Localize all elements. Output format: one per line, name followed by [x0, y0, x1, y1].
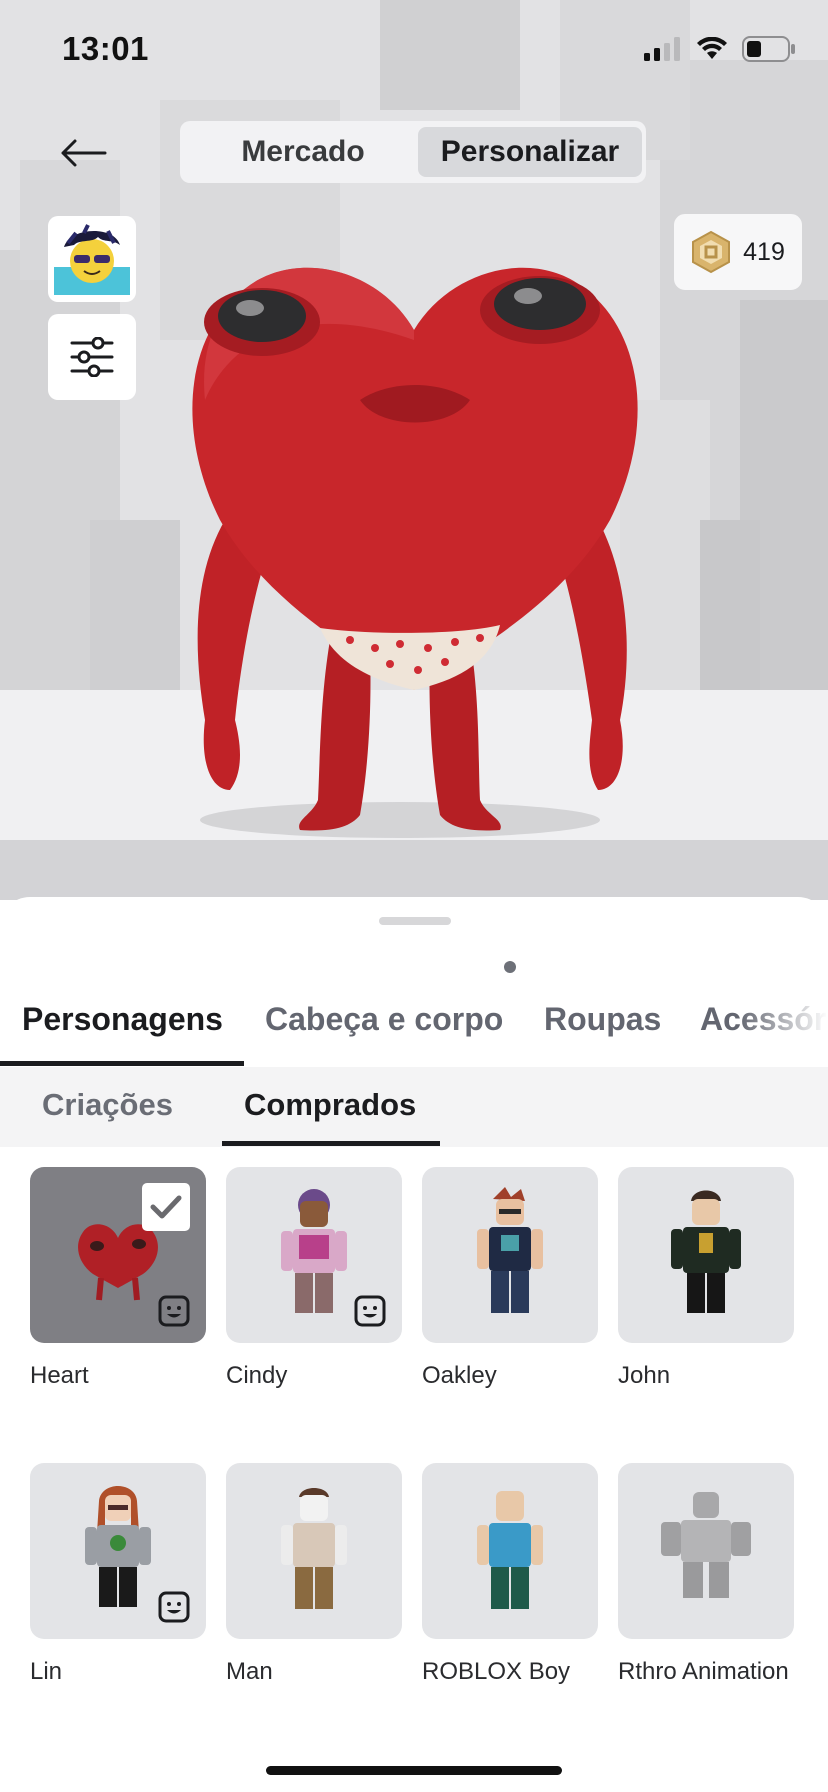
character-name: ROBLOX Boy [422, 1658, 571, 1685]
character-thumbnail[interactable] [618, 1463, 794, 1639]
avatar-thumbnail-button[interactable] [48, 216, 136, 302]
character-name: Lin [30, 1658, 63, 1685]
character-card-roblox-boy[interactable]: ROBLOX Boy [422, 1463, 598, 1687]
oakley-character-icon [477, 1187, 543, 1313]
character-card-cindy[interactable]: Cindy [226, 1167, 402, 1391]
tabs-scroll-fade [738, 979, 828, 1069]
cindy-character-icon [281, 1189, 347, 1313]
rthro-character-icon [661, 1492, 751, 1598]
character-name: Oakley [422, 1362, 497, 1389]
character-thumbnail[interactable] [226, 1463, 402, 1639]
page-indicator-dot [504, 961, 516, 973]
tab-personagens[interactable]: Personagens [22, 979, 223, 1069]
character-thumbnail[interactable] [618, 1167, 794, 1343]
subtab-criacoes[interactable]: Criações [42, 1067, 173, 1143]
arrow-left-icon [61, 139, 107, 167]
character-thumbnail[interactable] [30, 1167, 206, 1343]
emote-face-icon [158, 1295, 190, 1327]
checkmark-icon [150, 1195, 182, 1219]
lin-character-icon [85, 1486, 151, 1607]
man-character-icon [281, 1488, 347, 1609]
customization-sheet: Personagens Cabeça e corpo Roupas Acessó… [0, 897, 828, 1792]
category-tabs: Personagens Cabeça e corpo Roupas Acessó… [0, 979, 828, 1069]
character-card-man[interactable]: Man [226, 1463, 402, 1687]
avatar-headshot-icon [54, 224, 130, 295]
character-card-john[interactable]: John [618, 1167, 794, 1391]
emote-face-icon [354, 1295, 386, 1327]
cellular-signal-icon [644, 37, 680, 61]
robux-balance-button[interactable]: 419 [673, 213, 803, 291]
character-thumbnail[interactable] [422, 1463, 598, 1639]
segment-mercado[interactable]: Mercado [188, 127, 418, 177]
character-name: Cindy [226, 1362, 288, 1389]
selected-check-badge [142, 1183, 190, 1231]
character-name: Heart [30, 1362, 89, 1389]
battery-icon [742, 36, 795, 62]
character-card-rthro-animation[interactable]: Rthro Animation [618, 1463, 794, 1687]
status-time: 13:01 [62, 30, 149, 67]
character-card-lin[interactable]: Lin [30, 1463, 206, 1687]
character-thumbnail[interactable] [422, 1167, 598, 1343]
character-name: Rthro Animation [618, 1658, 789, 1685]
subtab-comprados[interactable]: Comprados [244, 1067, 416, 1143]
subcategory-tabs: Criações Comprados [0, 1067, 828, 1147]
avatar-preview-stage[interactable]: 13:01 Mercado Personalizar 419 [0, 0, 828, 900]
character-name: John [618, 1362, 671, 1389]
tab-roupas[interactable]: Roupas [544, 979, 661, 1069]
back-button[interactable] [58, 128, 108, 178]
robux-amount: 419 [743, 237, 785, 266]
wifi-icon [697, 37, 727, 59]
tab-cabeca-e-corpo[interactable]: Cabeça e corpo [265, 979, 503, 1069]
character-name: Man [226, 1658, 273, 1685]
sliders-icon [70, 337, 114, 377]
character-thumbnail[interactable] [226, 1167, 402, 1343]
active-subtab-indicator [222, 1141, 440, 1146]
roblox-boy-character-icon [477, 1491, 543, 1609]
status-indicators [644, 36, 796, 62]
emote-face-icon [158, 1591, 190, 1623]
active-tab-indicator [0, 1061, 244, 1066]
character-card-oakley[interactable]: Oakley [422, 1167, 598, 1391]
home-indicator [266, 1766, 562, 1775]
sheet-drag-handle[interactable] [379, 917, 451, 925]
mode-segmented-control: Mercado Personalizar [180, 121, 646, 183]
john-character-icon [671, 1190, 741, 1313]
segment-personalizar[interactable]: Personalizar [418, 127, 642, 177]
filter-settings-button[interactable] [48, 314, 136, 400]
character-thumbnail[interactable] [30, 1463, 206, 1639]
robux-icon [692, 230, 731, 274]
character-card-heart[interactable]: Heart [30, 1167, 206, 1391]
